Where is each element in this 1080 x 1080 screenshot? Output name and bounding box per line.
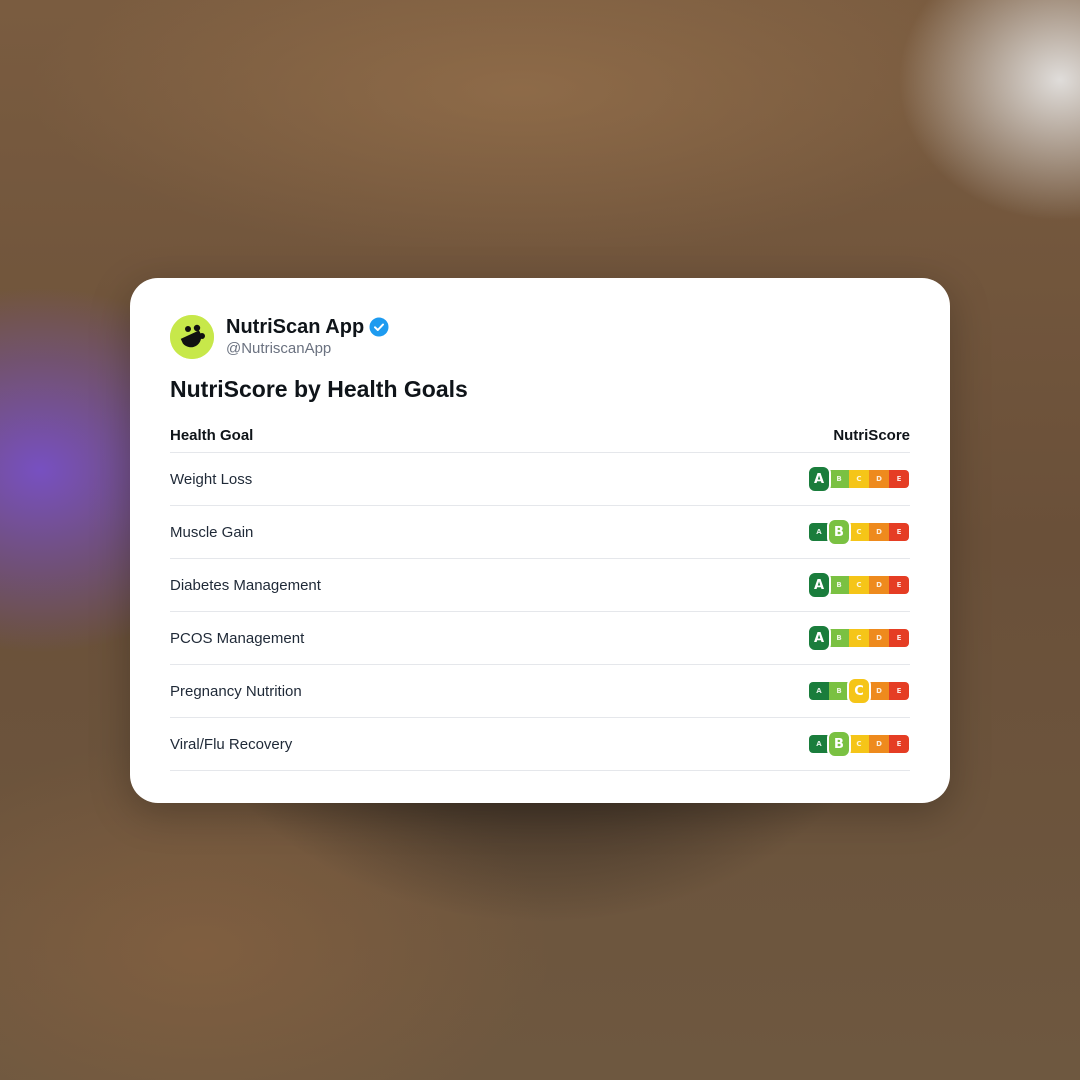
- table-row: Viral/Flu Recovery A B C D E: [170, 718, 910, 771]
- nutriscore-grade-c: C: [849, 629, 869, 647]
- avatar[interactable]: [170, 315, 214, 359]
- nutriscore-grade-c: C: [849, 735, 869, 753]
- nutriscore-active-grade: A: [807, 624, 831, 652]
- nutriscore-grade-a: A: [809, 523, 829, 541]
- nutriscore-grade-b: B: [829, 576, 849, 594]
- nutriscore-grade-e: E: [889, 576, 909, 594]
- verified-badge-icon: [369, 317, 389, 337]
- health-goal-label: PCOS Management: [170, 629, 305, 647]
- nutriscore-grade-d: D: [869, 629, 889, 647]
- nutriscore-grade-e: E: [889, 629, 909, 647]
- nutriscore-grade-d: D: [869, 576, 889, 594]
- nutriscore-grade-b: B: [829, 629, 849, 647]
- nutriscore-active-grade: A: [807, 571, 831, 599]
- nutriscore-grade-d: D: [869, 735, 889, 753]
- table-row: Diabetes Management A B C D E: [170, 559, 910, 612]
- table-header: Health Goal NutriScore: [170, 418, 910, 453]
- nutriscore-badge: ABCDE: [807, 624, 910, 652]
- post-header: NutriScan App @NutriscanApp: [170, 314, 389, 360]
- nutriscore-grade-a: A: [809, 682, 829, 700]
- header-nutriscore: NutriScore: [833, 426, 910, 444]
- nutriscore-grade-d: D: [869, 523, 889, 541]
- nutriscore-grade-c: C: [849, 470, 869, 488]
- nutriscore-badge: ABCDE: [808, 518, 910, 546]
- nutriscore-badge: ABCDE: [808, 730, 910, 758]
- nutriscore-grade-c: C: [849, 576, 869, 594]
- nutriscore-badge: ABCDE: [807, 465, 910, 493]
- nutriscore-grade-c: C: [849, 523, 869, 541]
- health-goal-label: Weight Loss: [170, 470, 253, 488]
- nutriscore-table: Health Goal NutriScore Weight Loss A B C D E M…: [170, 418, 910, 771]
- nutriscore-active-grade: B: [827, 730, 851, 758]
- health-goal-label: Diabetes Management: [170, 576, 321, 594]
- header-health-goal: Health Goal: [170, 426, 254, 444]
- health-goal-label: Muscle Gain: [170, 523, 254, 541]
- nutriscore-grade-d: D: [869, 470, 889, 488]
- nutriscore-grade-d: D: [869, 682, 889, 700]
- post-card: NutriScan App @NutriscanApp NutriScore b…: [130, 278, 950, 803]
- nutriscore-grade-e: E: [889, 470, 909, 488]
- nutriscore-active-grade: C: [847, 677, 871, 705]
- table-row: Pregnancy Nutrition A B C D E: [170, 665, 910, 718]
- health-goal-label: Pregnancy Nutrition: [170, 682, 302, 700]
- nutriscore-badge: ABCDE: [807, 571, 910, 599]
- nutriscore-grade-b: B: [829, 470, 849, 488]
- nutriscan-logo-icon: [170, 315, 214, 359]
- nutriscore-active-grade: B: [827, 518, 851, 546]
- table-body: Weight Loss A B C D E Muscle Gain A B C D E Diabetes…: [170, 453, 910, 771]
- table-row: Weight Loss A B C D E: [170, 453, 910, 506]
- nutriscore-grade-e: E: [889, 735, 909, 753]
- nutriscore-grade-e: E: [889, 682, 909, 700]
- table-row: PCOS Management A B C D E: [170, 612, 910, 665]
- nutriscore-grade-b: B: [829, 682, 849, 700]
- nutriscore-active-grade: A: [807, 465, 831, 493]
- health-goal-label: Viral/Flu Recovery: [170, 735, 293, 753]
- name-row: NutriScan App: [226, 315, 389, 339]
- nutriscore-badge: ABCDE: [808, 677, 910, 705]
- post-title: NutriScore by Health Goals: [170, 376, 468, 402]
- account-handle[interactable]: @NutriscanApp: [226, 339, 389, 359]
- nutriscore-grade-a: A: [809, 735, 829, 753]
- account-names: NutriScan App @NutriscanApp: [226, 315, 389, 359]
- nutriscore-grade-e: E: [889, 523, 909, 541]
- table-row: Muscle Gain A B C D E: [170, 506, 910, 559]
- account-name[interactable]: NutriScan App: [226, 315, 364, 339]
